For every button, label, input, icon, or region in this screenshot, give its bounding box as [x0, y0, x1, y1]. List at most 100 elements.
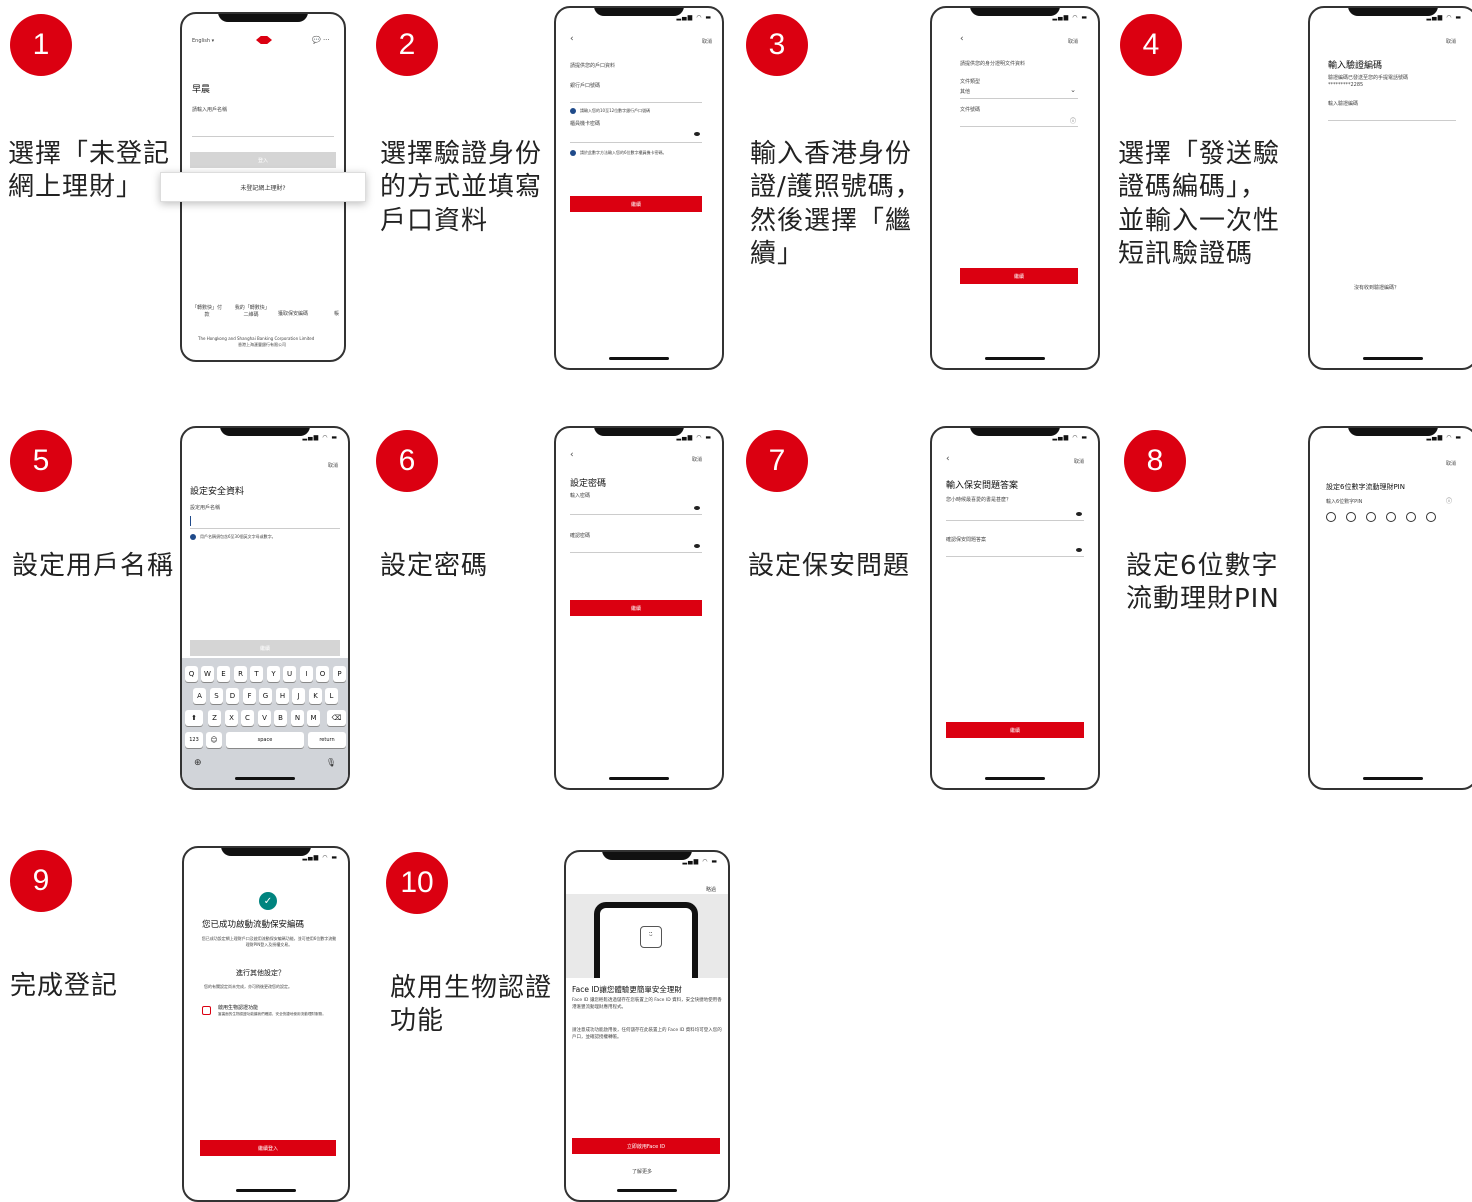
code-not-received-link[interactable]: 沒有收到驗證編碼？ — [1354, 284, 1399, 291]
eye-icon[interactable] — [1076, 512, 1082, 516]
shift-icon[interactable]: ⬆ — [185, 710, 203, 726]
continue-button[interactable]: 繼續 — [190, 640, 340, 656]
key-f[interactable]: F — [243, 688, 256, 704]
cancel-button[interactable]: 取消 — [328, 462, 338, 469]
key-r[interactable]: R — [234, 666, 247, 682]
key-i[interactable]: I — [300, 666, 313, 682]
document-type-value[interactable]: 其他 — [960, 88, 970, 95]
eye-icon[interactable] — [694, 506, 700, 510]
step-number-2: 2 — [376, 14, 438, 76]
step-number-9: 9 — [10, 850, 72, 912]
eye-icon[interactable] — [694, 544, 700, 548]
phone-screen-7: ▂▄▆ ◠ ▬ ‹ 取消 輸入保安問題答案 您小時候最喜愛的書是甚麼？ 確認保安… — [930, 426, 1100, 790]
info-icon — [190, 534, 196, 540]
login-button[interactable]: 登入 — [190, 152, 336, 168]
confirm-answer-input[interactable] — [946, 556, 1084, 557]
continue-button[interactable]: 繼續 — [570, 600, 702, 616]
footer-company-zh: 香港上海滙豐銀行有限公司 — [238, 342, 286, 347]
key-e[interactable]: E — [217, 666, 230, 682]
key-t[interactable]: T — [250, 666, 263, 682]
password-input[interactable] — [570, 514, 702, 515]
nav-item-fps-qr[interactable]: 我的「轉數快」二維碼 — [234, 304, 268, 318]
key-n[interactable]: N — [291, 710, 304, 726]
key-z[interactable]: Z — [208, 710, 221, 726]
username-input[interactable] — [192, 136, 334, 137]
step-number-1: 1 — [10, 14, 72, 76]
key-q[interactable]: Q — [185, 666, 198, 682]
key-p[interactable]: P — [333, 666, 346, 682]
back-icon[interactable]: ‹ — [570, 34, 574, 44]
key-y[interactable]: Y — [267, 666, 280, 682]
chevron-down-icon[interactable]: ⌄ — [1070, 86, 1076, 94]
cancel-button[interactable]: 取消 — [1446, 38, 1456, 45]
info-icon — [570, 150, 576, 156]
back-icon[interactable]: ‹ — [570, 450, 574, 460]
masked-phone-number: *********2285 — [1328, 82, 1364, 88]
key-c[interactable]: C — [241, 710, 254, 726]
key-b[interactable]: B — [274, 710, 287, 726]
key-s[interactable]: S — [210, 688, 223, 704]
nav-item-security-code[interactable]: 獲取保安編碼 — [278, 310, 308, 317]
account-number-input[interactable] — [570, 102, 702, 103]
key-v[interactable]: V — [258, 710, 271, 726]
continue-button[interactable]: 繼續 — [960, 268, 1078, 284]
sent-notice: 驗證編碼已發送至您的手提電話號碼 — [1328, 75, 1409, 81]
verification-code-input[interactable] — [1328, 120, 1456, 121]
phone-screen-3: ▂▄▆ ◠ ▬ ‹ 取消 請提供您的身分證明文件資料 文件類型 其他 ⌄ 文件號… — [930, 6, 1100, 370]
key-j[interactable]: J — [292, 688, 305, 704]
chat-icon[interactable]: 💬 ··· — [312, 36, 330, 44]
help-icon[interactable]: ⓘ — [1070, 116, 1076, 125]
document-number-input[interactable] — [960, 126, 1078, 127]
cancel-button[interactable]: 取消 — [692, 456, 702, 463]
key-k[interactable]: K — [309, 688, 322, 704]
back-icon[interactable]: ‹ — [946, 454, 950, 464]
emoji-icon[interactable]: ☺ — [206, 732, 222, 748]
eye-icon[interactable] — [1076, 548, 1082, 552]
continue-button[interactable]: 繼續 — [570, 196, 702, 212]
back-icon[interactable]: ‹ — [960, 34, 964, 44]
backspace-icon[interactable]: ⌫ — [327, 710, 346, 726]
cancel-button[interactable]: 取消 — [702, 38, 712, 45]
security-answer-input[interactable] — [946, 520, 1084, 521]
key-123[interactable]: 123 — [185, 732, 203, 748]
key-x[interactable]: X — [225, 710, 238, 726]
biometric-option-title: 啟用生物認證功能 — [218, 1005, 259, 1011]
key-l[interactable]: L — [325, 688, 338, 704]
continue-login-button[interactable]: 繼續登入 — [200, 1140, 336, 1156]
username-input[interactable] — [190, 528, 340, 529]
atm-pin-input[interactable] — [570, 142, 702, 143]
enable-face-id-button[interactable]: 立即啟用Face ID — [572, 1138, 720, 1154]
key-w[interactable]: W — [201, 666, 214, 682]
nav-item-fps-pay[interactable]: 「轉數快」付款 — [192, 304, 222, 318]
biometric-option-checkbox[interactable] — [202, 1006, 211, 1015]
key-u[interactable]: U — [283, 666, 296, 682]
unregistered-banking-popup[interactable]: 未登記網上理財? — [160, 172, 366, 202]
cancel-button[interactable]: 取消 — [1074, 458, 1084, 465]
eye-icon[interactable] — [694, 132, 700, 136]
globe-icon[interactable]: ⊕ — [194, 758, 202, 768]
face-id-title: Face ID讓您體驗更簡單安全理財 — [572, 985, 682, 994]
help-icon[interactable]: ⓘ — [1446, 496, 1452, 505]
key-d[interactable]: D — [226, 688, 239, 704]
document-type-select[interactable] — [960, 98, 1078, 99]
key-a[interactable]: A — [193, 688, 206, 704]
key-g[interactable]: G — [259, 688, 272, 704]
key-o[interactable]: O — [316, 666, 329, 682]
page-title: 請提供您的戶口資料 — [570, 63, 616, 69]
microphone-icon[interactable]: 🎙 — [326, 758, 336, 767]
continue-button[interactable]: 繼續 — [946, 722, 1084, 738]
confirm-password-input[interactable] — [570, 552, 702, 553]
learn-more-link[interactable]: 了解更多 — [632, 1168, 652, 1175]
key-h[interactable]: H — [276, 688, 289, 704]
key-space[interactable]: space — [226, 732, 304, 748]
cancel-button[interactable]: 取消 — [1446, 460, 1456, 467]
key-return[interactable]: return — [308, 732, 346, 748]
cancel-button[interactable]: 取消 — [1068, 38, 1078, 45]
home-indicator — [985, 357, 1045, 360]
language-selector[interactable]: English ▾ — [192, 38, 214, 44]
key-m[interactable]: M — [307, 710, 320, 726]
skip-button[interactable]: 略過 — [706, 886, 716, 893]
phone-notch — [220, 428, 310, 436]
username-label: 請輸入用戶名稱 — [192, 107, 228, 113]
nav-item-account[interactable]: 帳 — [334, 310, 339, 317]
